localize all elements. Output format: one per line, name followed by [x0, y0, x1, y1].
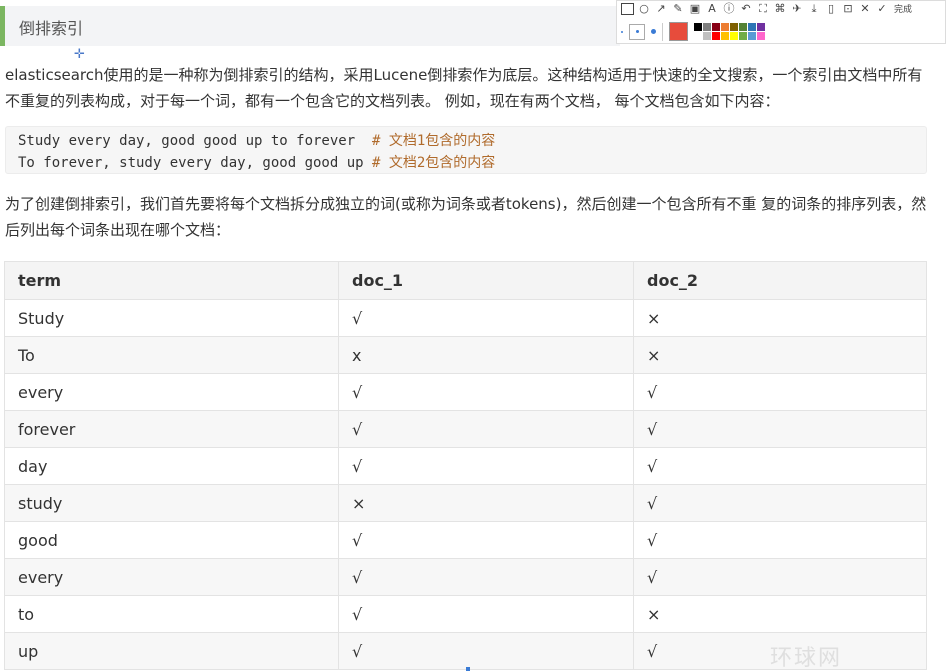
color-palette	[694, 23, 765, 40]
table-header-row: term doc_1 doc_2	[4, 261, 927, 300]
inverted-index-table: term doc_1 doc_2 Study √ × To x × every √ √ fo…	[4, 261, 927, 670]
number-tool-icon[interactable]: ⓘ	[722, 2, 736, 15]
pen-tool-icon[interactable]: ✎	[671, 2, 685, 15]
doc2-cell: ×	[633, 336, 927, 374]
toolbar-tools: ○ ↗ ✎ ▣ A ⓘ ↶ ⛶ ⌘ ✈ ⤓ ▯ ⊡ ✕ ✓ 完成	[621, 2, 912, 15]
color-swatch[interactable]	[730, 32, 738, 40]
table-row: forever √ √	[4, 410, 927, 448]
color-swatch[interactable]	[748, 32, 756, 40]
doc2-cell: √	[633, 410, 927, 448]
pin-icon[interactable]: ✈	[790, 2, 804, 15]
check-icon[interactable]: ✓	[875, 2, 889, 15]
size-large-option[interactable]	[651, 29, 656, 34]
color-swatch[interactable]	[712, 32, 720, 40]
code-comment-1: # 文档1包含的内容	[372, 133, 496, 149]
term-cell: good	[4, 521, 339, 559]
size-medium-option[interactable]	[629, 23, 645, 40]
mosaic-tool-icon[interactable]: ▣	[688, 2, 702, 15]
table-header-term: term	[4, 261, 339, 300]
doc1-cell: √	[338, 299, 634, 337]
color-swatch[interactable]	[757, 32, 765, 40]
doc2-cell: √	[633, 521, 927, 559]
progress-marker	[466, 667, 470, 671]
doc2-cell: ×	[633, 595, 927, 633]
doc1-cell: √	[338, 521, 634, 559]
doc1-cell: √	[338, 632, 634, 670]
table-row: To x ×	[4, 336, 927, 374]
color-swatch[interactable]	[694, 23, 702, 31]
term-cell: forever	[4, 410, 339, 448]
undo-icon[interactable]: ↶	[739, 2, 753, 15]
doc1-cell: √	[338, 373, 634, 411]
color-swatch[interactable]	[730, 23, 738, 31]
table-row: every √ √	[4, 373, 927, 411]
screenshot-annotation-toolbar: ○ ↗ ✎ ▣ A ⓘ ↶ ⛶ ⌘ ✈ ⤓ ▯ ⊡ ✕ ✓ 完成	[616, 0, 946, 44]
term-cell: Study	[4, 299, 339, 337]
table-row: every √ √	[4, 558, 927, 596]
color-swatch[interactable]	[748, 23, 756, 31]
ellipse-tool-icon[interactable]: ○	[637, 2, 651, 15]
intro-paragraph: elasticsearch使用的是一种称为倒排索引的结构，采用Lucene倒排索…	[5, 66, 923, 110]
code-line-2: To forever, study every day, good good u…	[18, 152, 914, 174]
doc1-cell: √	[338, 595, 634, 633]
doc1-cell: √	[338, 410, 634, 448]
close-icon[interactable]: ✕	[858, 2, 872, 15]
code-line-1: Study every day, good good up to forever…	[18, 130, 914, 152]
download-icon[interactable]: ⤓	[807, 2, 821, 15]
done-button[interactable]: 完成	[894, 2, 912, 15]
translate-icon[interactable]: ⌘	[773, 2, 787, 15]
copy-icon[interactable]: ▯	[824, 2, 838, 15]
doc2-cell: √	[633, 373, 927, 411]
code-comment-2: # 文档2包含的内容	[372, 155, 496, 171]
doc2-cell: ×	[633, 299, 927, 337]
color-swatch[interactable]	[739, 23, 747, 31]
term-cell: study	[4, 484, 339, 522]
table-header-doc2: doc_2	[633, 261, 927, 300]
doc2-cell: √	[633, 447, 927, 485]
doc1-cell: √	[338, 558, 634, 596]
section-heading: 倒排索引	[19, 19, 84, 38]
doc1-cell: √	[338, 447, 634, 485]
doc1-cell: x	[338, 336, 634, 374]
code-text-2: To forever, study every day, good good u…	[18, 155, 373, 171]
term-cell: every	[4, 558, 339, 596]
color-swatch[interactable]	[757, 23, 765, 31]
section-heading-bar: 倒排索引	[0, 6, 620, 46]
code-block: Study every day, good good up to forever…	[5, 126, 927, 174]
code-text-1: Study every day, good good up to forever	[18, 133, 373, 149]
color-swatch[interactable]	[721, 23, 729, 31]
crosshair-cursor-icon: ✛	[74, 47, 85, 62]
term-cell: to	[4, 595, 339, 633]
watermark: 环球网	[770, 646, 843, 671]
color-swatch[interactable]	[712, 23, 720, 31]
toolbar-divider	[662, 22, 663, 41]
term-cell: To	[4, 336, 339, 374]
color-swatch[interactable]	[739, 32, 747, 40]
table-row: day √ √	[4, 447, 927, 485]
term-cell: up	[4, 632, 339, 670]
arrow-tool-icon[interactable]: ↗	[654, 2, 668, 15]
ocr-icon[interactable]: ⛶	[756, 2, 770, 15]
color-swatch[interactable]	[703, 32, 711, 40]
table-row: good √ √	[4, 521, 927, 559]
size-small-option[interactable]	[621, 30, 623, 33]
doc2-cell: √	[633, 558, 927, 596]
rectangle-tool-icon[interactable]	[621, 2, 634, 15]
toolbar-style-options	[621, 22, 765, 41]
table-row: to √ ×	[4, 595, 927, 633]
bookmark-icon[interactable]: ⊡	[841, 2, 855, 15]
doc2-cell: √	[633, 484, 927, 522]
current-color-swatch[interactable]	[669, 22, 688, 41]
table-row: Study √ ×	[4, 299, 927, 337]
term-cell: every	[4, 373, 339, 411]
table-row: study × √	[4, 484, 927, 522]
table-header-doc1: doc_1	[338, 261, 634, 300]
explanation-paragraph: 为了创建倒排索引，我们首先要将每个文档拆分成独立的词(或称为词条或者tokens…	[5, 195, 927, 239]
text-tool-icon[interactable]: A	[705, 2, 719, 15]
term-cell: day	[4, 447, 339, 485]
color-swatch[interactable]	[703, 23, 711, 31]
doc1-cell: ×	[338, 484, 634, 522]
color-swatch[interactable]	[694, 32, 702, 40]
color-swatch[interactable]	[721, 32, 729, 40]
